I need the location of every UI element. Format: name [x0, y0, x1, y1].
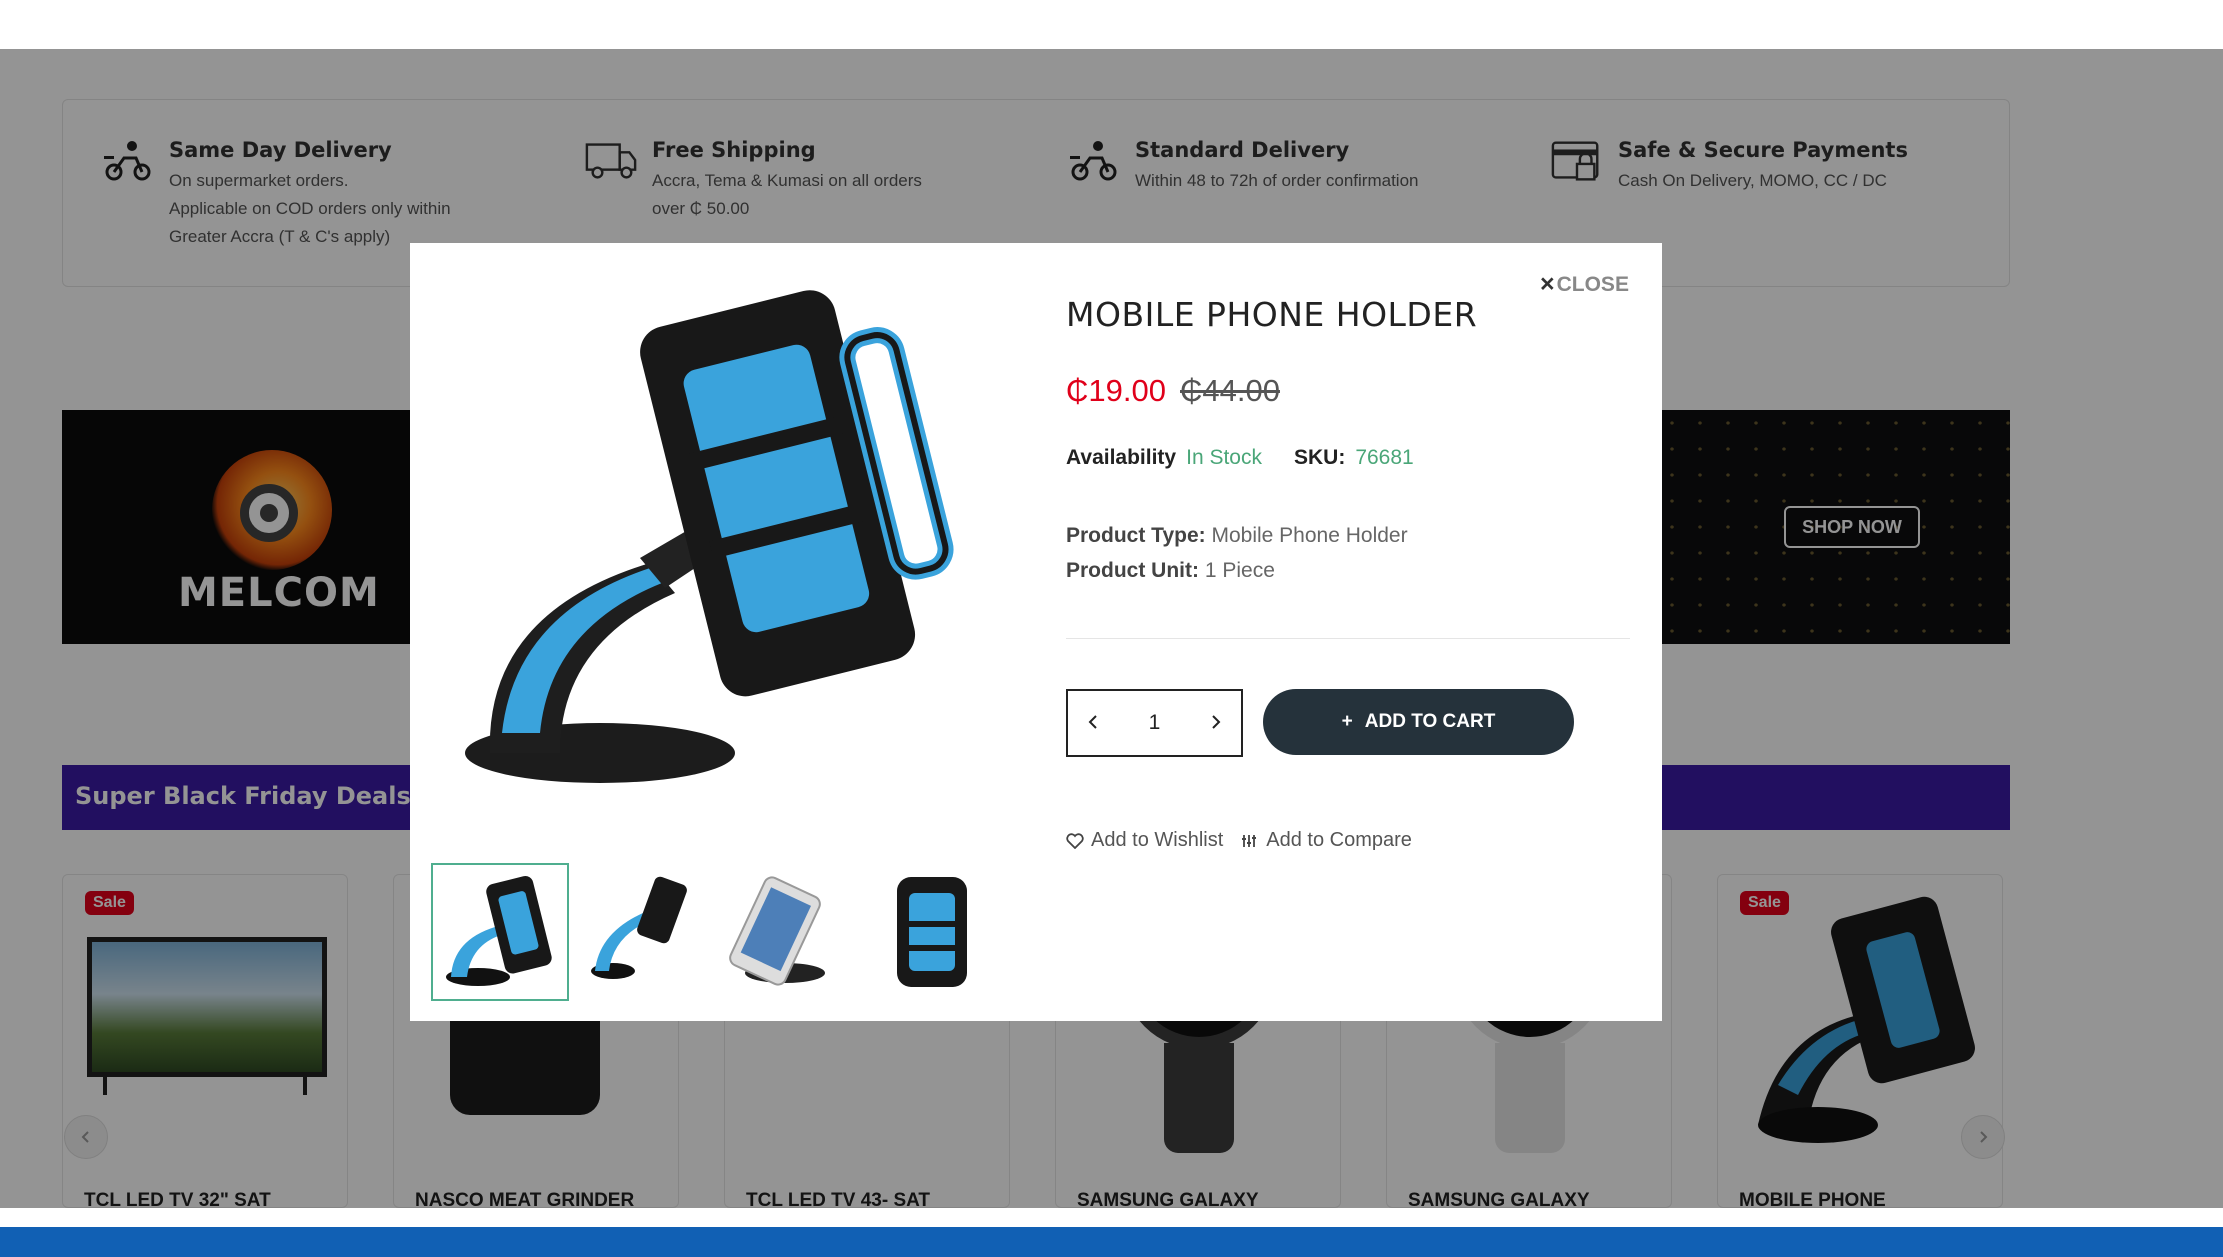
add-to-wishlist-link[interactable]: Add to Wishlist: [1066, 829, 1223, 852]
thumbnail-1[interactable]: [431, 863, 569, 1001]
plus-icon: +: [1341, 711, 1353, 732]
sku-label: SKU:: [1293, 446, 1346, 469]
top-bar: [0, 0, 2223, 49]
product-type-value: Mobile Phone Holder: [1211, 524, 1408, 547]
thumbnail-4[interactable]: [857, 863, 995, 1001]
sale-price: ₵19.00: [1066, 373, 1166, 408]
phone-holder-thumb: [729, 876, 825, 986]
phone-holder-thumb: [897, 877, 967, 987]
add-to-cart-label: ADD TO CART: [1364, 711, 1496, 732]
footer-bar: [0, 1208, 2223, 1257]
chevron-right-icon: [1212, 715, 1221, 729]
wishlist-label: Add to Wishlist: [1091, 829, 1224, 851]
increase-quantity-button[interactable]: [1209, 709, 1223, 737]
chevron-left-icon: [1088, 715, 1097, 729]
product-type-row: Product Type: Mobile Phone Holder: [1066, 524, 1408, 548]
close-button[interactable]: × CLOSE: [1540, 270, 1629, 299]
product-unit-value: 1 Piece: [1204, 559, 1275, 582]
divider: [1066, 638, 1630, 639]
heart-icon: [1066, 832, 1084, 849]
close-label: CLOSE: [1556, 272, 1629, 296]
product-title: MOBILE PHONE HOLDER: [1066, 295, 1478, 334]
add-to-compare-link[interactable]: Add to Compare: [1241, 829, 1412, 852]
add-to-cart-button[interactable]: + ADD TO CART: [1263, 689, 1574, 755]
product-actions: Add to Wishlist Add to Compare: [1066, 829, 1412, 852]
sku-value: 76681: [1355, 446, 1414, 469]
product-unit-label: Product Unit:: [1066, 559, 1199, 582]
availability-label: Availability: [1066, 446, 1177, 469]
compare-icon: [1242, 834, 1257, 847]
decrease-quantity-button[interactable]: [1086, 709, 1100, 737]
product-main-image: [465, 290, 954, 783]
phone-holder-thumb: [446, 876, 552, 986]
compare-label: Add to Compare: [1266, 829, 1412, 851]
original-price: ₵44.00: [1180, 373, 1280, 408]
quantity-value[interactable]: 1: [1149, 711, 1161, 735]
phone-holder-thumb: [591, 876, 687, 979]
product-type-label: Product Type:: [1066, 524, 1206, 547]
thumbnail-3[interactable]: [715, 863, 853, 1001]
close-icon: ×: [1540, 270, 1555, 298]
quantity-stepper: 1: [1066, 689, 1243, 757]
thumbnail-2[interactable]: [573, 863, 711, 1001]
stock-sku-row: Availability In Stock SKU: 76681: [1066, 446, 1436, 470]
product-unit-row: Product Unit: 1 Piece: [1066, 559, 1275, 583]
availability-value: In Stock: [1186, 446, 1262, 469]
quick-view-modal: × CLOSE MOBILE PHONE HOLDER ₵19.00 ₵44.0…: [410, 243, 1662, 1021]
